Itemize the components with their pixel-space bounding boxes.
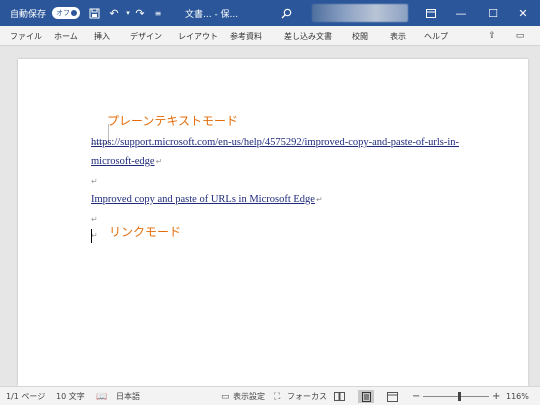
- print-layout-icon[interactable]: [358, 390, 374, 403]
- empty-paragraph-mark: ↵: [91, 215, 98, 224]
- ribbon-display-icon[interactable]: [416, 0, 446, 26]
- search-icon[interactable]: [278, 0, 294, 26]
- maximize-icon[interactable]: ☐: [478, 0, 508, 26]
- title-bar: 自動保存 オフ ↶ ▾ ↷ ≡ 文書... - 保... — ☐ ✕: [0, 0, 540, 26]
- page-count[interactable]: 1/1 ページ: [6, 387, 45, 405]
- focus-icon: ⛶: [274, 391, 281, 402]
- zoom-level[interactable]: 116%: [506, 387, 529, 405]
- save-icon[interactable]: [86, 0, 102, 26]
- tab-design[interactable]: デザイン: [130, 26, 162, 46]
- read-mode-icon[interactable]: [331, 390, 347, 403]
- url-line-1[interactable]: https://support.microsoft.com/en-us/help…: [91, 137, 459, 148]
- tab-layout[interactable]: レイアウト: [178, 26, 218, 46]
- tab-references[interactable]: 参考資料: [230, 26, 262, 46]
- tab-home[interactable]: ホーム: [54, 26, 78, 46]
- comments-icon[interactable]: ▭: [512, 29, 528, 43]
- tab-insert[interactable]: 挿入: [94, 26, 110, 46]
- proofing-icon[interactable]: 📖: [96, 387, 107, 405]
- word-count[interactable]: 10 文字: [56, 387, 85, 405]
- account-area[interactable]: [312, 4, 408, 22]
- paragraph-mark: ↵: [155, 157, 163, 166]
- autosave-label: 自動保存: [10, 9, 47, 20]
- redo-icon[interactable]: ↷: [132, 0, 148, 26]
- ribbon-tabs: ファイル ホーム 挿入 デザイン レイアウト 参考資料 差し込み文書 校閲 表示…: [0, 26, 540, 46]
- tab-view[interactable]: 表示: [390, 26, 406, 46]
- toggle-knob: [71, 10, 77, 16]
- status-bar: 1/1 ページ 10 文字 📖 日本語 ▭ 表示設定 ⛶ フォーカス − + 1…: [0, 386, 540, 405]
- share-icon[interactable]: ⇪: [484, 29, 500, 43]
- tab-review[interactable]: 校閲: [352, 26, 368, 46]
- minimize-icon[interactable]: —: [446, 0, 476, 26]
- zoom-in-button[interactable]: +: [492, 387, 500, 405]
- text-cursor: [91, 229, 92, 243]
- paragraph-mark: ↵: [315, 195, 323, 204]
- zoom-out-button[interactable]: −: [412, 387, 420, 405]
- url-text[interactable]: https://support.microsoft.com/en-us/help…: [91, 137, 459, 148]
- heading-plain-text-mode: プレーンテキストモード: [107, 114, 239, 128]
- empty-paragraph-mark: ↵: [91, 177, 98, 186]
- display-settings[interactable]: 表示設定: [233, 387, 265, 405]
- zoom-slider[interactable]: [423, 392, 489, 401]
- language[interactable]: 日本語: [116, 387, 140, 405]
- autosave-toggle[interactable]: オフ: [52, 7, 80, 19]
- focus-mode[interactable]: フォーカス: [287, 387, 327, 405]
- close-icon[interactable]: ✕: [508, 0, 538, 26]
- zoom-slider-thumb[interactable]: [458, 392, 462, 401]
- customize-qat-icon[interactable]: ≡: [150, 0, 166, 26]
- url-line-2[interactable]: microsoft-edge↵: [91, 156, 162, 167]
- tab-help[interactable]: ヘルプ: [424, 26, 448, 46]
- link-title[interactable]: Improved copy and paste of URLs in Micro…: [91, 194, 315, 205]
- url-text-cont[interactable]: microsoft-edge: [91, 156, 155, 167]
- autosave-state: オフ: [56, 9, 70, 17]
- empty-paragraph-mark: ↵: [91, 231, 98, 240]
- link-title-line[interactable]: Improved copy and paste of URLs in Micro…: [91, 194, 323, 205]
- document-page[interactable]: プレーンテキストモード https://support.microsoft.co…: [18, 59, 528, 386]
- tab-mailings[interactable]: 差し込み文書: [284, 26, 332, 46]
- document-canvas[interactable]: プレーンテキストモード https://support.microsoft.co…: [0, 47, 540, 386]
- display-settings-icon: ▭: [221, 391, 230, 402]
- heading-link-mode: リンクモード: [109, 225, 182, 239]
- document-title[interactable]: 文書... - 保...: [185, 0, 238, 26]
- tab-file[interactable]: ファイル: [10, 26, 42, 46]
- web-layout-icon[interactable]: [384, 390, 400, 403]
